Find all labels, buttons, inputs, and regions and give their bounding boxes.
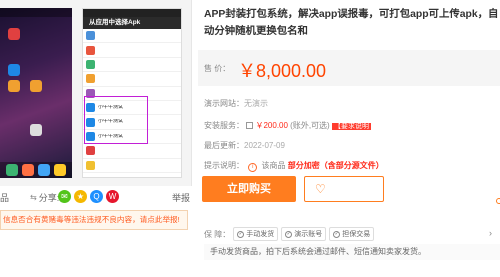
tip-encrypt: 部分加密（含部分源文件）	[287, 161, 384, 170]
app-icon	[6, 164, 18, 176]
product-info: APP封装打包系统，解决app误报毒，可打包app可上传apk，自动分钟随机更换…	[198, 0, 500, 277]
guarantee-chip: ✓ 演示账号	[281, 227, 327, 241]
app-icon	[30, 80, 42, 92]
update-value: 2022-07-09	[244, 141, 285, 150]
app-icon	[86, 31, 95, 41]
install-checkbox[interactable]	[246, 122, 254, 129]
qq-icon[interactable]: Q	[90, 190, 103, 203]
app-icon	[86, 146, 95, 156]
info-icon: i	[248, 163, 258, 172]
app-icon	[8, 64, 20, 76]
weibo-icon[interactable]: W	[106, 190, 119, 203]
app-list-item[interactable]	[83, 159, 181, 173]
guarantee-label: 保 障：	[204, 229, 231, 239]
app-icon	[86, 45, 95, 55]
guarantee-chip: ✓ 担保交易	[329, 227, 375, 241]
phone-app-list-screenshot: 从应用中选择Apk 小牛牛测试 小牛牛测试 小牛牛测试	[82, 8, 182, 178]
share-label[interactable]: ⇆ 分享:	[30, 191, 59, 204]
report-link[interactable]: 举报	[172, 191, 190, 204]
app-list-item[interactable]	[83, 43, 181, 58]
tip-value: 该商品	[261, 161, 286, 170]
tip-label: 提示说明：	[204, 161, 244, 170]
app-icon	[8, 80, 20, 92]
app-icon	[86, 74, 95, 84]
check-icon: ✓	[333, 230, 341, 238]
status-bar	[0, 8, 72, 17]
truncated-text: 品	[0, 193, 10, 203]
status-bar	[83, 9, 181, 17]
share-label-text: 分享:	[38, 193, 60, 203]
update-row: 最后更新：2022-07-09	[204, 140, 285, 151]
phone-title: 从应用中选择Apk	[83, 17, 181, 29]
wechat-icon[interactable]: ✉	[58, 190, 71, 203]
demo-row: 演示网站：无演示	[204, 98, 268, 109]
install-row: 安装服务： ￥200.00 (账外,可选) 【要求说明	[204, 120, 371, 131]
guarantee-description: 手动发货商品，拍下后系统会通过邮件、短信通知卖家发货。	[204, 244, 500, 260]
check-icon: ✓	[237, 230, 245, 238]
app-list-item[interactable]	[83, 72, 181, 87]
share-bar: 品 ⇆ 分享: ✉ ★ Q W 举报	[0, 186, 192, 208]
app-icon	[54, 164, 66, 176]
guarantee-chip-label: 担保交易	[342, 231, 371, 238]
qq-zone-icon[interactable]: ★	[74, 190, 87, 203]
product-title: APP封装打包系统，解决app误报毒，可打包app可上传apk，自动分钟随机更换…	[204, 9, 499, 37]
app-icon	[38, 164, 50, 176]
install-help-link[interactable]: 【要求说明	[331, 123, 371, 130]
product-gallery[interactable]: 从应用中选择Apk 小牛牛测试 小牛牛测试 小牛牛测试	[0, 0, 192, 186]
app-icon	[86, 59, 95, 69]
demo-value: 无演示	[244, 99, 268, 108]
highlight-box	[84, 96, 148, 144]
app-list-item[interactable]	[83, 58, 181, 73]
favorite-button[interactable]: ♡	[304, 176, 384, 202]
product-page: 从应用中选择Apk 小牛牛测试 小牛牛测试 小牛牛测试 品 ⇆ 分享: ✉ ★ Q …	[0, 0, 500, 277]
price-box: 售 价： ￥8,000.00	[198, 50, 500, 86]
install-label: 安装服务：	[204, 121, 244, 130]
buy-now-button[interactable]: 立即购买	[202, 176, 296, 202]
check-icon: ✓	[285, 230, 293, 238]
install-price: ￥200.00	[255, 121, 288, 130]
chevron-right-icon[interactable]: ›	[489, 228, 492, 238]
guarantee-chip-label: 演示账号	[294, 231, 323, 238]
guarantee-chip-label: 手动发货	[246, 231, 275, 238]
scroll-indicator	[496, 198, 500, 204]
guarantee-chip: ✓ 手动发货	[233, 227, 279, 241]
update-label: 最后更新：	[204, 141, 244, 150]
app-icon	[8, 28, 20, 40]
price-value: ￥8,000.00	[238, 61, 327, 81]
guarantee-row: 保 障： ✓ 手动发货 ✓ 演示账号 ✓ 担保交易	[204, 227, 375, 241]
demo-label: 演示网站：	[204, 99, 244, 108]
app-list-item[interactable]	[83, 144, 181, 159]
heart-icon: ♡	[315, 182, 326, 196]
report-notice[interactable]: 信息否合有黄赌毒等违法违规不良内容，请点此举报!	[0, 210, 188, 230]
app-icon	[30, 124, 42, 136]
tip-row: 提示说明： i 该商品 部分加密（含部分源文件）	[204, 160, 384, 172]
app-list-item[interactable]	[83, 29, 181, 44]
price-label: 售 价：	[204, 64, 231, 73]
app-icon	[86, 160, 95, 170]
install-note: (账外,可选)	[290, 121, 330, 130]
app-icon	[22, 164, 34, 176]
share-icon: ⇆	[30, 193, 37, 202]
dock	[0, 162, 72, 178]
phone-homescreen-screenshot	[0, 8, 72, 178]
